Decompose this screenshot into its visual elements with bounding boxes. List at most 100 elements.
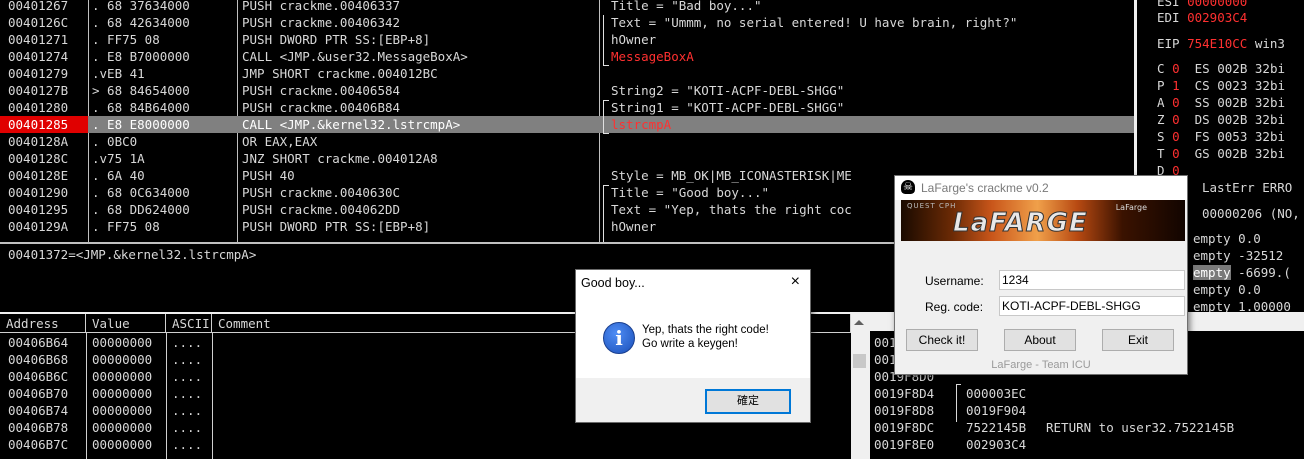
disasm-row[interactable]: 00401280 . 68 84B64000 PUSH crackme.00406B… <box>0 99 1134 116</box>
segment-bits: 32bi <box>1254 78 1285 93</box>
ok-button[interactable]: 確定 <box>705 389 791 414</box>
disasm-bytes: .v75 1A <box>92 151 145 166</box>
stack-address: 0019F8DC <box>874 420 935 435</box>
disasm-row[interactable]: 00401274 . E8 B7000000 CALL <JMP.&user32.M… <box>0 48 1134 65</box>
flag-row[interactable]: C 0 ES 002B 32bi <box>1157 60 1285 77</box>
disasm-instruction: PUSH 40 <box>242 168 295 183</box>
flag-row[interactable]: A 0 SS 002B 32bi <box>1157 94 1285 111</box>
disasm-bytes: . E8 E8000000 <box>92 117 190 132</box>
register-comment: win3 <box>1254 36 1285 51</box>
segment-name: CS <box>1194 78 1210 93</box>
fpu-tag: empty <box>1193 282 1231 297</box>
fpu-value: 1.00000 <box>1238 299 1291 312</box>
dump-ascii[interactable]: .... <box>172 368 202 385</box>
regcode-field[interactable]: KOTI-ACPF-DEBL-SHGG <box>999 296 1185 316</box>
flag-row[interactable]: Z 0 DS 002B 32bi <box>1157 111 1285 128</box>
flag-row[interactable]: S 0 FS 0053 32bi <box>1157 128 1285 145</box>
username-field[interactable]: 1234 <box>999 270 1185 290</box>
stack-row[interactable]: 0019F8DC 7522145B RETURN to user32.7522145… <box>874 419 1304 436</box>
stack-row[interactable]: 0019F8D8 0019F904 <box>874 402 1304 419</box>
disasm-row[interactable]: 00401285 . E8 E8000000 CALL <JMP.&kernel32… <box>0 116 1134 133</box>
check-button[interactable]: Check it! <box>906 329 978 351</box>
dump-ascii[interactable]: .... <box>172 436 202 453</box>
disasm-comment: String2 = "KOTI-ACPF-DEBL-SHGG" <box>611 83 845 98</box>
scroll-up-icon[interactable] <box>854 320 864 325</box>
flag-row[interactable]: P 1 CS 0023 32bi <box>1157 77 1285 94</box>
disasm-comment: Title = "Bad boy..." <box>611 0 762 13</box>
stack-value: 7522145B <box>966 420 1027 435</box>
column-header-ascii[interactable]: ASCII <box>166 314 212 333</box>
fpu-row[interactable]: empty -6699.( <box>1193 264 1291 281</box>
flag-row[interactable]: T 0 GS 002B 32bi <box>1157 145 1285 162</box>
fpu-row[interactable]: empty 1.00000 <box>1193 298 1291 312</box>
fpu-value: 0.0 <box>1238 231 1261 246</box>
dump-ascii[interactable]: .... <box>172 334 202 351</box>
stack-value: 0019F904 <box>966 403 1027 418</box>
disasm-bytes: . 68 0C634000 <box>92 185 190 200</box>
flag-value: 0 <box>1172 95 1180 110</box>
disasm-address: 0040128E <box>8 168 69 183</box>
column-divider <box>212 333 213 459</box>
dump-ascii[interactable]: .... <box>172 419 202 436</box>
dump-address[interactable]: 00406B70 <box>8 385 68 402</box>
call-bracket <box>603 15 609 66</box>
dump-value[interactable]: 00000000 <box>92 351 152 368</box>
dump-address[interactable]: 00406B68 <box>8 351 68 368</box>
dump-address[interactable]: 00406B7C <box>8 436 68 453</box>
disasm-row[interactable]: 0040126C . 68 42634000 PUSH crackme.004063… <box>0 14 1134 31</box>
fpu-row[interactable]: empty 0.0 <box>1193 281 1261 298</box>
disasm-row[interactable]: 00401279 .vEB 41 JMP SHORT crackme.004012B… <box>0 65 1134 82</box>
scrollbar-thumb[interactable] <box>853 354 866 368</box>
banner-group-text: QUEST CPH <box>907 202 957 210</box>
dump-ascii[interactable]: .... <box>172 385 202 402</box>
close-icon[interactable]: × <box>791 274 800 290</box>
dump-address[interactable]: 00406B6C <box>8 368 68 385</box>
fpu-row[interactable]: empty -32512 <box>1193 247 1283 264</box>
efl-line: 00000206 (NO, <box>1202 206 1300 221</box>
call-bracket <box>603 185 609 242</box>
disasm-instruction: PUSH crackme.00406337 <box>242 0 401 13</box>
disasm-comment: hOwner <box>611 219 657 234</box>
about-button[interactable]: About <box>1004 329 1076 351</box>
crackme-window[interactable]: ☠ LaFarge's crackme v0.2 QUEST CPH LaFAR… <box>894 175 1188 375</box>
flag-name: T <box>1157 146 1165 161</box>
fpu-tag: empty <box>1193 265 1231 280</box>
dump-value[interactable]: 00000000 <box>92 334 152 351</box>
dump-value[interactable]: 00000000 <box>92 385 152 402</box>
stack-value: 002903C4 <box>966 437 1027 452</box>
dump-value[interactable]: 00000000 <box>92 368 152 385</box>
disasm-bytes: . 68 42634000 <box>92 15 190 30</box>
disasm-row[interactable]: 0040128C .v75 1A JNZ SHORT crackme.004012A… <box>0 150 1134 167</box>
disasm-bytes: . 68 DD624000 <box>92 202 190 217</box>
fpu-row[interactable]: empty 0.0 <box>1193 230 1261 247</box>
dump-scrollbar[interactable] <box>851 314 868 459</box>
flag-value: 0 <box>1172 146 1180 161</box>
column-divider <box>166 333 167 459</box>
stack-row[interactable]: 0019F8D4 000003EC <box>874 385 1304 402</box>
dump-value[interactable]: 00000000 <box>92 402 152 419</box>
exit-button[interactable]: Exit <box>1102 329 1174 351</box>
disasm-comment: String1 = "KOTI-ACPF-DEBL-SHGG" <box>611 100 845 115</box>
call-bracket <box>603 100 609 134</box>
message-box-dialog[interactable]: Good boy... × i Yep, thats the right cod… <box>575 269 811 423</box>
disasm-row[interactable]: 0040127B > 68 84654000 PUSH crackme.004065… <box>0 82 1134 99</box>
dump-value[interactable]: 00000000 <box>92 436 152 453</box>
disasm-address: 0040129A <box>8 219 69 234</box>
dump-ascii[interactable]: .... <box>172 402 202 419</box>
dump-address[interactable]: 00406B74 <box>8 402 68 419</box>
disasm-bytes: . E8 B7000000 <box>92 49 190 64</box>
stack-address: 0019F8E0 <box>874 437 935 452</box>
disasm-comment: lstrcmpA <box>611 117 672 132</box>
window-titlebar[interactable]: ☠ LaFarge's crackme v0.2 <box>895 176 1187 200</box>
disasm-row[interactable]: 00401271 . FF75 08 PUSH DWORD PTR SS:[EBP+… <box>0 31 1134 48</box>
stack-row[interactable]: 0019F8E0 002903C4 <box>874 436 1304 453</box>
disasm-row[interactable]: 0040128A . 0BC0 OR EAX,EAX <box>0 133 1134 150</box>
column-header-value[interactable]: Value <box>86 314 166 333</box>
dump-address[interactable]: 00406B64 <box>8 334 68 351</box>
dump-address[interactable]: 00406B78 <box>8 419 68 436</box>
dump-ascii[interactable]: .... <box>172 351 202 368</box>
dump-value[interactable]: 00000000 <box>92 419 152 436</box>
disasm-row[interactable]: 00401267 . 68 37634000 PUSH crackme.004063… <box>0 0 1134 14</box>
column-header-address[interactable]: Address <box>0 314 86 333</box>
disasm-instruction: CALL <JMP.&user32.MessageBoxA> <box>242 49 468 64</box>
